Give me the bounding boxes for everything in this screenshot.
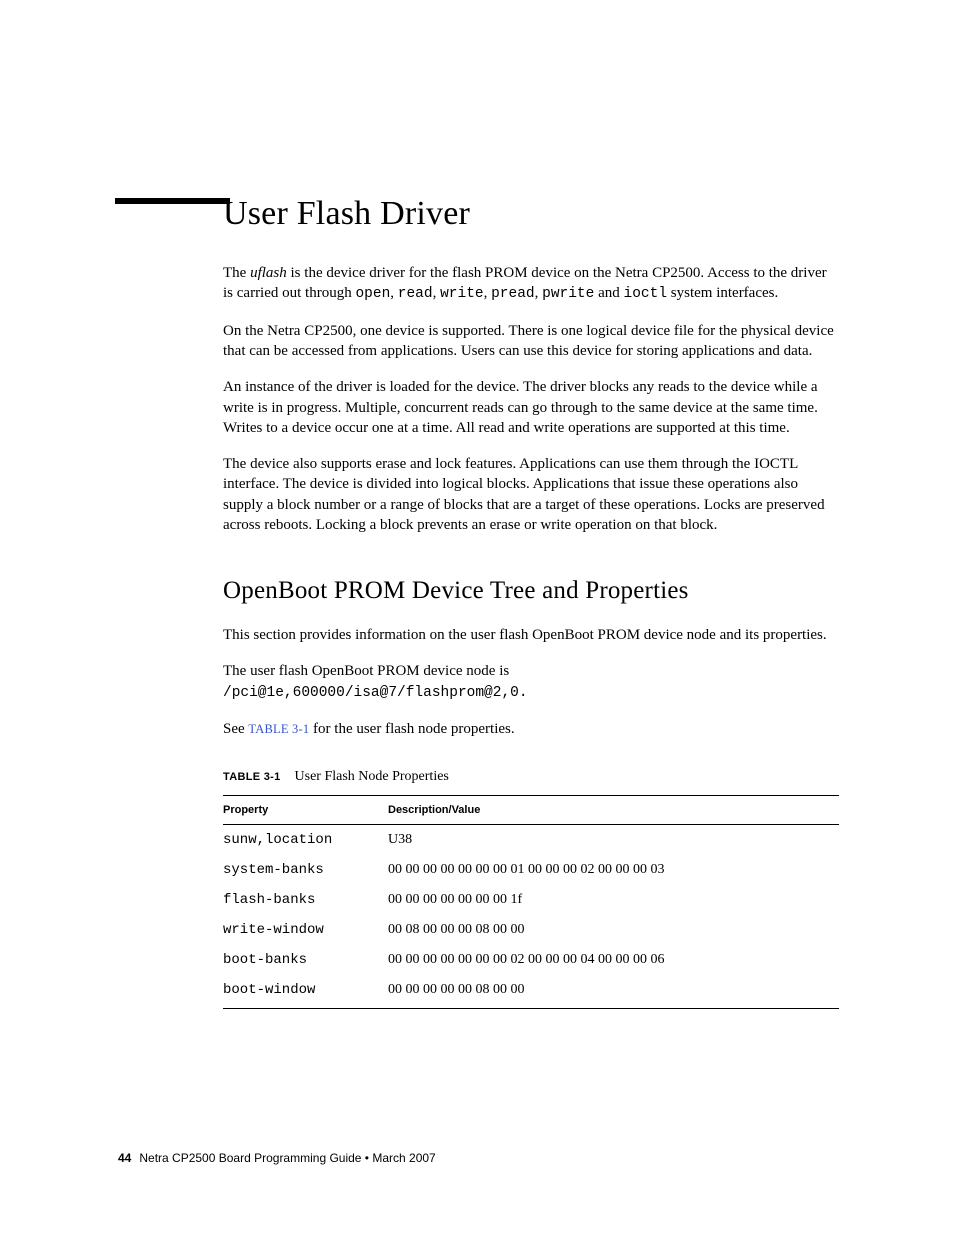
link-table-3-1[interactable]: TABLE 3-1 [248, 722, 309, 736]
text: system interfaces. [667, 285, 778, 301]
paragraph-intro: The uflash is the device driver for the … [223, 263, 839, 305]
text: See [223, 721, 248, 737]
table-row: flash-banks 00 00 00 00 00 00 00 1f [223, 885, 839, 915]
cell-property: flash-banks [223, 885, 388, 915]
cell-value: U38 [388, 825, 839, 856]
paragraph-erase-lock: The device also supports erase and lock … [223, 454, 839, 535]
cell-property: system-banks [223, 855, 388, 885]
table-title: User Flash Node Properties [295, 769, 449, 784]
cell-property: boot-banks [223, 945, 388, 975]
text: , [433, 285, 441, 301]
paragraph-see-table: See TABLE 3-1 for the user flash node pr… [223, 719, 839, 739]
text: for the user flash node properties. [309, 721, 514, 737]
code-device-path: /pci@1e,600000/isa@7/flashprom@2,0. [223, 685, 528, 701]
table-row: system-banks 00 00 00 00 00 00 00 01 00 … [223, 855, 839, 885]
code-pread: pread [491, 286, 535, 302]
text: The user flash OpenBoot PROM device node… [223, 663, 509, 679]
col-description-value: Description/Value [388, 796, 839, 825]
text: The [223, 265, 250, 281]
page: User Flash Driver The uflash is the devi… [0, 0, 954, 1235]
code-pwrite: pwrite [542, 286, 594, 302]
content-column: User Flash Driver The uflash is the devi… [223, 195, 839, 1009]
text: , [390, 285, 398, 301]
cell-property: boot-window [223, 975, 388, 1009]
table-header-row: Property Description/Value [223, 796, 839, 825]
text: and [594, 285, 623, 301]
paragraph-device-node: The user flash OpenBoot PROM device node… [223, 661, 839, 703]
cell-value: 00 08 00 00 00 08 00 00 [388, 915, 839, 945]
text: , [484, 285, 492, 301]
term-uflash: uflash [250, 265, 287, 281]
cell-property: sunw,location [223, 825, 388, 856]
table-row: write-window 00 08 00 00 00 08 00 00 [223, 915, 839, 945]
cell-property: write-window [223, 915, 388, 945]
cell-value: 00 00 00 00 00 08 00 00 [388, 975, 839, 1009]
table-label: TABLE 3-1 [223, 771, 281, 783]
table-row: sunw,location U38 [223, 825, 839, 856]
page-number: 44 [118, 1151, 131, 1165]
heading-openboot-prom: OpenBoot PROM Device Tree and Properties [223, 577, 839, 605]
cell-value: 00 00 00 00 00 00 00 1f [388, 885, 839, 915]
text: , [535, 285, 543, 301]
code-ioctl: ioctl [624, 286, 668, 302]
page-footer: 44 Netra CP2500 Board Programming Guide •… [118, 1151, 436, 1165]
paragraph-driver-instance: An instance of the driver is loaded for … [223, 377, 839, 438]
paragraph-section-intro: This section provides information on the… [223, 625, 839, 645]
paragraph-device-support: On the Netra CP2500, one device is suppo… [223, 321, 839, 362]
section-rule [115, 198, 230, 204]
code-write: write [440, 286, 484, 302]
cell-value: 00 00 00 00 00 00 00 01 00 00 00 02 00 0… [388, 855, 839, 885]
heading-user-flash-driver: User Flash Driver [223, 195, 839, 233]
cell-value: 00 00 00 00 00 00 00 02 00 00 00 04 00 0… [388, 945, 839, 975]
footer-text: Netra CP2500 Board Programming Guide • M… [139, 1151, 435, 1165]
code-open: open [355, 286, 390, 302]
table-row: boot-window 00 00 00 00 00 08 00 00 [223, 975, 839, 1009]
col-property: Property [223, 796, 388, 825]
code-read: read [398, 286, 433, 302]
table-caption: TABLE 3-1 User Flash Node Properties [223, 769, 839, 785]
table-row: boot-banks 00 00 00 00 00 00 00 02 00 00… [223, 945, 839, 975]
table-user-flash-node-properties: Property Description/Value sunw,location… [223, 795, 839, 1009]
